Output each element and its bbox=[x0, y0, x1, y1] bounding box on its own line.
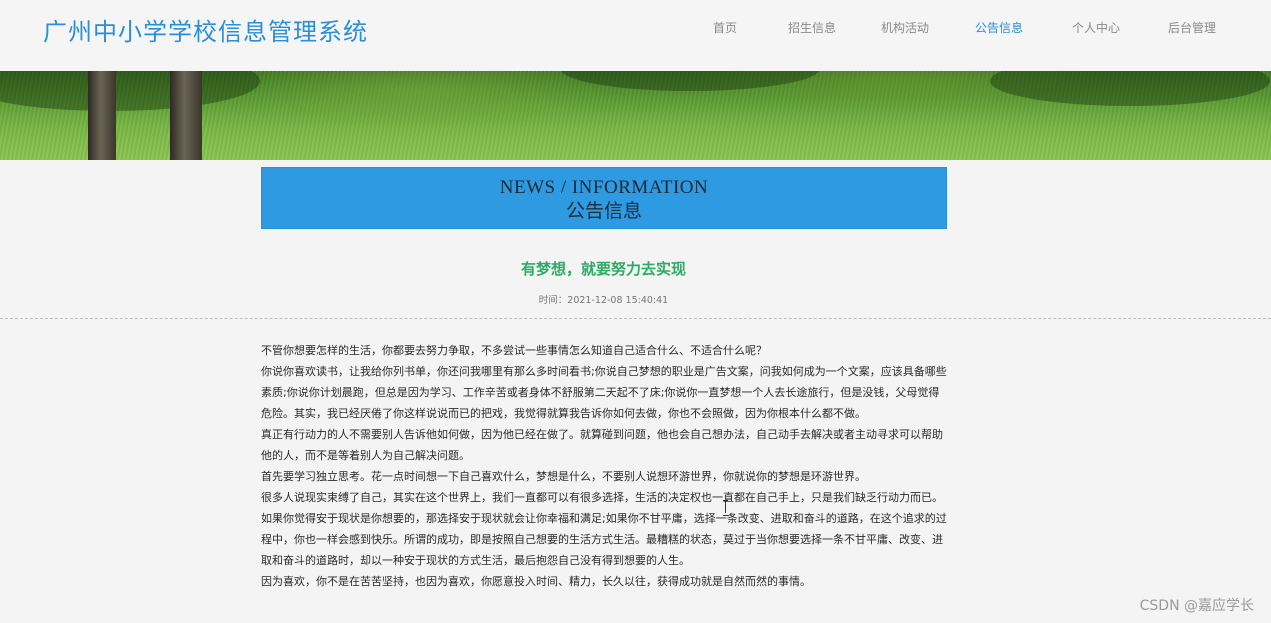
text-cursor-icon bbox=[722, 500, 730, 516]
section-title-cn: 公告信息 bbox=[565, 200, 642, 222]
nav-admin[interactable]: 后台管理 bbox=[1168, 20, 1216, 36]
article-paragraph: 真正有行动力的人不需要别人告诉他如何做，因为他已经在做了。就算碰到问题，他也会自… bbox=[261, 428, 943, 462]
article-paragraph: 首先要学习独立思考。花一点时间想一下自己喜欢什么，梦想是什么，不要别人说想环游世… bbox=[261, 470, 866, 483]
banner-image bbox=[0, 71, 1271, 160]
nav-announcements[interactable]: 公告信息 bbox=[975, 20, 1023, 36]
banner-shadow bbox=[0, 71, 260, 111]
banner-tree-trunk bbox=[88, 71, 116, 160]
banner-shadow bbox=[990, 71, 1270, 106]
article-paragraph: 因为喜欢，你不是在苦苦坚持，也因为喜欢，你愿意投入时间、精力，长久以往，获得成功… bbox=[261, 575, 811, 588]
nav-home[interactable]: 首页 bbox=[713, 20, 737, 36]
divider bbox=[0, 318, 1271, 319]
section-header: NEWS / INFORMATION 公告信息 bbox=[261, 167, 947, 229]
nav-enrollment[interactable]: 招生信息 bbox=[788, 20, 836, 36]
watermark: CSDN @嘉应学长 bbox=[1139, 598, 1254, 614]
banner-shadow bbox=[560, 71, 820, 91]
site-title[interactable]: 广州中小学学校信息管理系统 bbox=[43, 12, 368, 47]
article-title: 有梦想，就要努力去实现 bbox=[520, 260, 686, 278]
banner-tree-trunk bbox=[170, 71, 202, 160]
nav-personal-center[interactable]: 个人中心 bbox=[1072, 20, 1120, 36]
article-paragraph: 你说你喜欢读书，让我给你列书单，你还问我哪里有那么多时间看书;你说自己梦想的职业… bbox=[261, 365, 947, 420]
section-title-en: NEWS / INFORMATION bbox=[499, 177, 709, 198]
article-paragraph: 如果你觉得安于现状是你想要的，那选择安于现状就会让你幸福和满足;如果你不甘平庸，… bbox=[261, 512, 947, 567]
article-paragraph: 不管你想要怎样的生活，你都要去努力争取，不多尝试一些事情怎么知道自己适合什么、不… bbox=[261, 344, 767, 357]
article-content: 不管你想要怎样的生活，你都要去努力争取，不多尝试一些事情怎么知道自己适合什么、不… bbox=[261, 340, 947, 592]
top-header: 广州中小学学校信息管理系统 首页 招生信息 机构活动 公告信息 个人中心 后台管… bbox=[0, 0, 1271, 71]
article-paragraph: 很多人说现实束缚了自己，其实在这个世界上，我们一直都可以有很多选择，生活的决定权… bbox=[261, 491, 943, 504]
nav-activities[interactable]: 机构活动 bbox=[881, 20, 929, 36]
article-time: 时间：2021-12-08 15:40:41 bbox=[538, 295, 669, 306]
